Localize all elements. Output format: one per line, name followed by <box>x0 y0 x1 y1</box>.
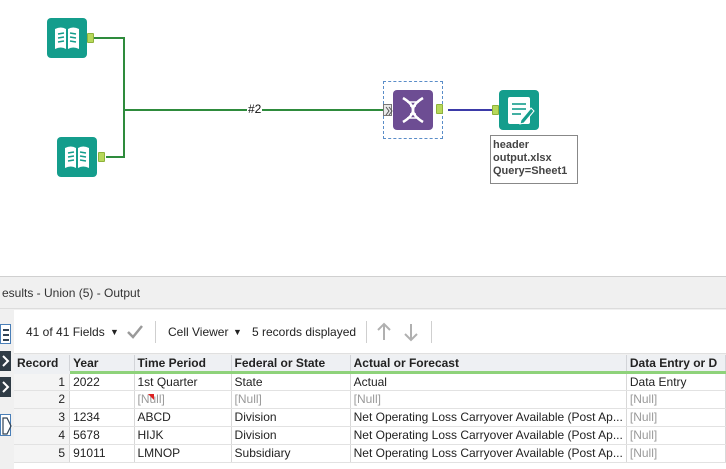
table-row[interactable]: 2 [Null] [Null] [Null] [Null] <box>14 390 726 409</box>
toolbar-divider <box>431 321 432 343</box>
column-header-record[interactable]: Record <box>14 355 71 374</box>
annotation-line: Query=Sheet1 <box>493 165 568 177</box>
dna-icon <box>402 96 424 124</box>
results-toolbar: 41 of 41 Fields ▼ Cell Viewer ▼ 5 record… <box>14 310 726 354</box>
input-2-output-anchor[interactable] <box>98 152 105 162</box>
cell-year[interactable]: 1234 <box>69 408 135 427</box>
arrow-down-icon <box>404 324 418 342</box>
records-count: 5 records displayed <box>252 325 357 339</box>
expand-rail-button-2[interactable] <box>0 377 11 397</box>
grid-header-row: Record Year Time Period Federal or State… <box>14 355 726 374</box>
cell-federal-or-state[interactable]: [Null] <box>231 390 351 409</box>
apply-check-button[interactable] <box>126 310 144 354</box>
scroll-down-button[interactable] <box>403 310 419 354</box>
input-1-output-anchor[interactable] <box>87 33 94 43</box>
table-row[interactable]: 1 2022 1st Quarter State Actual Data Ent… <box>14 372 726 391</box>
cell-data-entry[interactable]: [Null] <box>626 426 726 445</box>
record-number: 2 <box>14 390 71 409</box>
connection-wires <box>92 37 492 158</box>
toolbar-divider <box>155 321 156 343</box>
cell-federal-or-state[interactable]: State <box>231 372 351 391</box>
cell-time-period[interactable]: LMNOP <box>134 444 232 463</box>
record-number: 4 <box>14 426 71 445</box>
workflow-canvas[interactable]: #2 header output.xlsx Query=Sheet1 <box>0 0 726 276</box>
chevron-down-icon[interactable]: ▼ <box>233 310 242 354</box>
cell-time-period[interactable]: ABCD <box>134 408 232 427</box>
fields-selector[interactable]: 41 of 41 Fields <box>26 310 105 354</box>
cell-data-entry[interactable]: Data Entry <box>626 372 726 391</box>
column-header-time-period[interactable]: Time Period <box>134 355 232 374</box>
results-grid[interactable]: Record Year Time Period Federal or State… <box>14 355 726 469</box>
chevron-right-icon <box>2 355 10 367</box>
results-title: esults - Union (5) - Output <box>0 277 726 309</box>
output-tool-annotation: header output.xlsx Query=Sheet1 <box>490 135 578 184</box>
table-row[interactable]: 5 91011 LMNOP Subsidiary Net Operating L… <box>14 444 726 463</box>
conversion-error-flag-icon <box>148 394 154 400</box>
layout-icon <box>3 329 9 341</box>
cell-time-period[interactable]: 1st Quarter <box>134 372 232 391</box>
connection-count-label: #2 <box>247 102 263 116</box>
cell-federal-or-state[interactable]: Division <box>231 426 351 445</box>
cell-federal-or-state[interactable]: Subsidiary <box>231 444 351 463</box>
record-number: 3 <box>14 408 71 427</box>
book-icon <box>65 146 89 168</box>
results-left-rail <box>0 310 14 469</box>
cell-year[interactable]: 5678 <box>69 426 135 445</box>
cell-actual-or-forecast[interactable]: Net Operating Loss Carryover Available (… <box>350 408 627 427</box>
results-pane: esults - Union (5) - Output 41 of 41 Fie… <box>0 276 726 469</box>
cell-federal-or-state[interactable]: Division <box>231 408 351 427</box>
record-number: 1 <box>14 372 71 391</box>
cell-data-entry[interactable]: [Null] <box>626 390 726 409</box>
union-output-anchor[interactable] <box>436 104 443 114</box>
cell-data-entry[interactable]: [Null] <box>626 444 726 463</box>
cell-actual-or-forecast[interactable]: Actual <box>350 372 627 391</box>
input-data-tool-2[interactable] <box>57 137 97 177</box>
tag-icon <box>2 417 12 435</box>
cell-year[interactable]: 91011 <box>69 444 135 463</box>
output-data-tool[interactable] <box>499 90 539 130</box>
cell-year[interactable] <box>69 390 135 409</box>
expand-rail-button[interactable] <box>0 351 11 371</box>
checkmark-icon <box>127 325 143 339</box>
tag-button[interactable] <box>0 414 12 436</box>
annotation-line: header <box>493 139 530 151</box>
toolbar-divider <box>366 321 367 343</box>
scroll-up-button[interactable] <box>376 310 392 354</box>
input-data-tool-1[interactable] <box>47 18 87 58</box>
book-icon <box>55 27 79 49</box>
table-row[interactable]: 3 1234 ABCD Division Net Operating Loss … <box>14 408 726 427</box>
table-row[interactable]: 4 5678 HIJK Division Net Operating Loss … <box>14 426 726 445</box>
document-pen-icon <box>508 97 535 125</box>
column-header-year[interactable]: Year <box>69 355 135 374</box>
column-header-data-entry[interactable]: Data Entry or D <box>626 355 726 374</box>
union-input-anchor[interactable] <box>383 104 393 116</box>
layout-toggle-button[interactable] <box>0 324 11 344</box>
cell-actual-or-forecast[interactable]: Net Operating Loss Carryover Available (… <box>350 426 627 445</box>
cell-time-period[interactable]: HIJK <box>134 426 232 445</box>
annotation-line: output.xlsx <box>493 152 552 164</box>
chevron-right-icon <box>2 381 10 393</box>
record-number: 5 <box>14 444 71 463</box>
cell-data-entry[interactable]: [Null] <box>626 408 726 427</box>
arrow-up-icon <box>377 322 391 340</box>
union-tool[interactable] <box>393 90 433 130</box>
chevron-down-icon[interactable]: ▼ <box>110 310 119 354</box>
column-header-actual-or-forecast[interactable]: Actual or Forecast <box>350 355 627 374</box>
cell-viewer-selector[interactable]: Cell Viewer <box>168 310 228 354</box>
cell-year[interactable]: 2022 <box>69 372 135 391</box>
cell-actual-or-forecast[interactable]: Net Operating Loss Carryover Available (… <box>350 444 627 463</box>
output-input-anchor[interactable] <box>492 105 499 115</box>
column-header-federal-or-state[interactable]: Federal or State <box>231 355 351 374</box>
cell-actual-or-forecast[interactable]: [Null] <box>350 390 627 409</box>
